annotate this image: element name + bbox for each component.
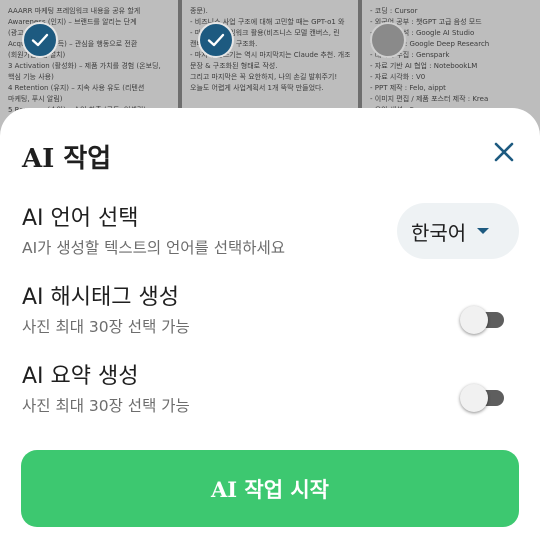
summary-setting-row: AI 요약 생성 사진 최대 30장 선택 가능 <box>22 363 518 417</box>
hashtag-setting-subtitle: 사진 최대 30장 선택 가능 <box>22 318 190 336</box>
close-button[interactable] <box>488 136 520 168</box>
language-selected-value: 한국어 <box>411 220 467 245</box>
thumbnail-text-line: - PPT 제작 : Felo, aippt <box>370 84 446 92</box>
selected-check-icon[interactable] <box>22 22 58 58</box>
thumbnail-text-line: - 자료 시각화 : V0 <box>370 73 426 81</box>
thumbnail-text-line: 종문). <box>190 7 208 15</box>
summary-setting-subtitle: 사진 최대 30장 선택 가능 <box>22 397 190 415</box>
unselected-circle-icon[interactable] <box>370 22 406 58</box>
hashtag-toggle[interactable] <box>460 306 506 334</box>
summary-toggle[interactable] <box>460 384 506 412</box>
thumbnail-text-line: 핵심 기능 사용) <box>8 73 54 81</box>
start-ai-task-button[interactable]: AI 작업 시작 <box>21 450 519 527</box>
thumbnail-text-line: 3 Activation (활성화) – 제품 가치를 경험 (온보딩, <box>8 62 161 70</box>
language-dropdown[interactable]: 한국어 <box>397 203 519 259</box>
hashtag-setting-row: AI 해시태그 생성 사진 최대 30장 선택 가능 <box>22 284 518 338</box>
thumbnail-text-line: - 이미지 편집 / 제품 포스터 제작 : Krea <box>370 95 489 103</box>
summary-setting-title: AI 요약 생성 <box>22 364 139 389</box>
thumbnail-text-line: 오늘도 어렵게 사업계획서 1개 뚝딱 만들었다. <box>190 84 324 92</box>
thumbnail-text-line: 마케팅, 푸시 알림) <box>8 95 63 103</box>
thumbnail-text-line: 문장 & 구조화된 형태로 작성. <box>190 62 278 70</box>
toggle-knob <box>460 384 488 412</box>
toggle-knob <box>460 306 488 334</box>
sheet-title: AI 작업 <box>22 144 112 174</box>
thumbnail-text-line: AAARR 마케팅 프레임워크 내용을 공유 할게 <box>8 7 141 15</box>
selected-check-icon[interactable] <box>198 22 234 58</box>
thumbnail-text-line: - 코딩 : Cursor <box>370 7 418 15</box>
thumbnail-text-line: 4 Retention (유지) – 지속 사용 유도 (리텐션 <box>8 84 145 92</box>
ai-task-sheet: AI 작업 AI 언어 선택 AI가 생성할 텍스트의 언어를 선택하세요 한국… <box>0 108 540 548</box>
hashtag-setting-title: AI 해시태그 생성 <box>22 285 179 310</box>
start-ai-task-label: AI 작업 시작 <box>210 476 330 502</box>
close-icon <box>494 142 514 162</box>
caret-down-icon <box>477 228 490 234</box>
thumbnail-text-line: - 자료 기반 AI 협업 : NotebookLM <box>370 62 478 70</box>
thumbnail-text-line: 그리고 마지막은 꼭 요한하지, 나의 손길 발휘주기! <box>190 73 338 81</box>
